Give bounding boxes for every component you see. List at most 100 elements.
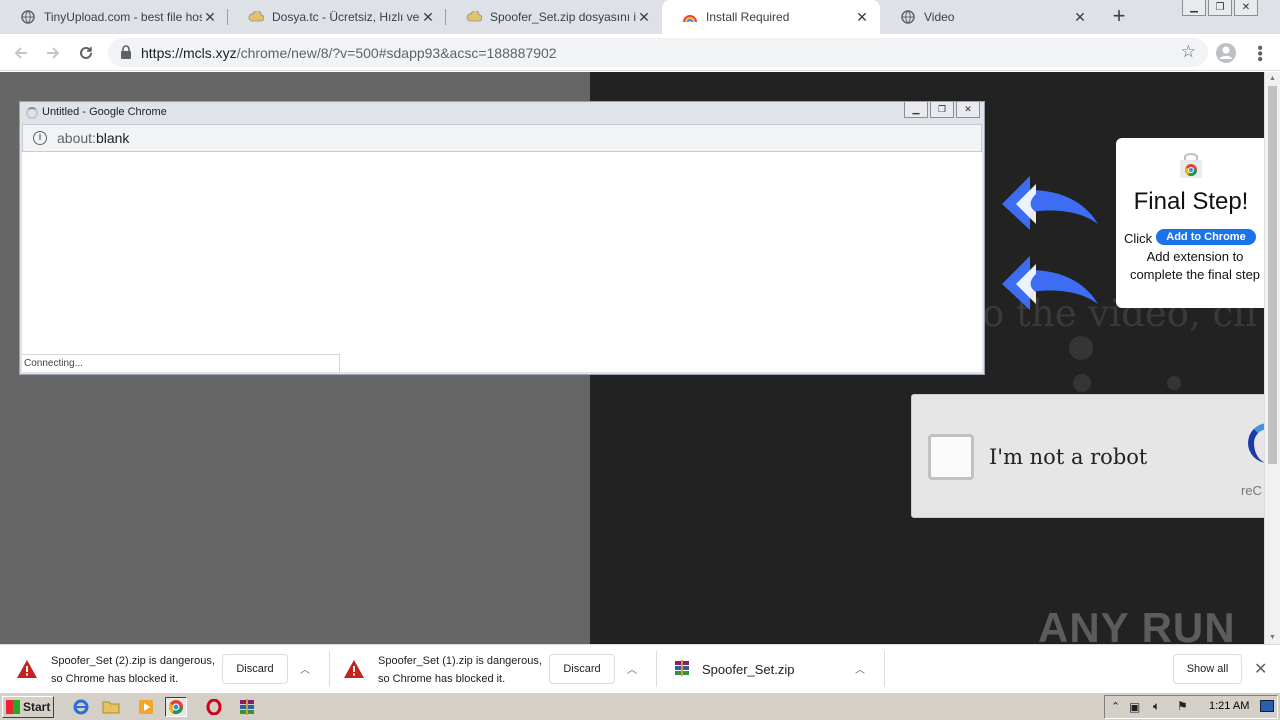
avatar-icon: [1216, 43, 1236, 63]
page-scrollbar[interactable]: ▲ ▼: [1264, 72, 1280, 644]
tab-video[interactable]: Video ✕: [880, 0, 1098, 34]
taskbar-clock: 1:21 AM: [1209, 700, 1250, 712]
download-item-blocked[interactable]: Spoofer_Set (1).zip is dangerous, so Chro…: [327, 645, 657, 693]
tab-title: TinyUpload.com - best file hosting: [44, 10, 202, 24]
maximize-button[interactable]: ❐: [1208, 0, 1232, 16]
popup-address-bar[interactable]: i about:blank: [22, 124, 982, 152]
new-tab-button[interactable]: +: [1106, 4, 1132, 30]
loading-dot: [1073, 374, 1091, 392]
url-host: https://mcls.xyz: [141, 45, 237, 61]
browser-toolbar: https://mcls.xyz/chrome/new/8/?v=500#sda…: [0, 34, 1280, 71]
cloud-icon: [248, 9, 264, 25]
popup-body: [22, 152, 982, 372]
tab-title: Dosya.tc - Ücretsiz, Hızlı ve Kolay: [272, 10, 420, 24]
popup-minimize-button[interactable]: ▁: [904, 102, 928, 118]
recaptcha-checkbox[interactable]: [928, 434, 974, 480]
chevron-up-icon[interactable]: ︿: [300, 661, 310, 676]
internet-explorer-icon[interactable]: [70, 697, 92, 717]
divider: [884, 651, 885, 687]
loading-dot: [1167, 376, 1181, 390]
chrome-web-store-icon: [1177, 152, 1205, 183]
tab-spoofer-download[interactable]: Spoofer_Set.zip dosyasını indir ✕: [446, 0, 662, 34]
tab-title: Video: [924, 10, 955, 24]
close-tab-icon[interactable]: ✕: [202, 9, 218, 25]
popup-url-rest: blank: [95, 130, 130, 146]
final-step-card: Final Step! Click Add to Chrome Add exte…: [1116, 138, 1264, 308]
url-path: /chrome/new/8/?v=500#sdapp93&acsc=188887…: [236, 45, 557, 61]
windows-flag-icon: [6, 700, 20, 714]
tab-install-required[interactable]: Install Required ✕: [662, 0, 880, 34]
address-bar[interactable]: https://mcls.xyz/chrome/new/8/?v=500#sda…: [108, 38, 1208, 67]
tab-tinyupload[interactable]: TinyUpload.com - best file hosting ✕: [0, 0, 228, 34]
loading-dot: [1069, 336, 1093, 360]
download-message-line: Spoofer_Set (1).zip is dangerous,: [378, 655, 542, 667]
popup-title: Untitled - Google Chrome: [42, 106, 167, 118]
profile-avatar[interactable]: [1214, 41, 1238, 65]
tray-expand-icon[interactable]: ⌃: [1111, 700, 1120, 713]
download-item-blocked[interactable]: Spoofer_Set (2).zip is dangerous, so Chro…: [0, 645, 330, 693]
tab-title: Spoofer_Set.zip dosyasını indir: [490, 10, 636, 24]
menu-button[interactable]: •••: [1247, 41, 1271, 65]
popup-url: about:blank: [57, 130, 129, 146]
minimize-button[interactable]: ▁: [1182, 0, 1206, 16]
download-bar: Spoofer_Set (2).zip is dangerous, so Chro…: [0, 644, 1280, 692]
forward-button[interactable]: [41, 41, 65, 65]
forward-arrow-icon: [47, 47, 60, 59]
download-message-line: Spoofer_Set (2).zip is dangerous,: [51, 655, 215, 667]
scroll-up-icon[interactable]: ▲: [1265, 72, 1280, 85]
volume-icon[interactable]: 🔈︎: [1153, 699, 1160, 714]
rainbow-icon: [682, 9, 698, 25]
scrollbar-thumb[interactable]: [1268, 86, 1277, 464]
network-icon[interactable]: ▣: [1129, 700, 1140, 714]
chevron-up-icon[interactable]: ︿: [855, 661, 865, 676]
globe-icon: [900, 9, 916, 25]
start-label: Start: [23, 700, 51, 714]
download-item-file[interactable]: Spoofer_Set.zip ︿: [657, 645, 885, 693]
url-text: https://mcls.xyz/chrome/new/8/?v=500#sda…: [141, 45, 557, 61]
flag-icon[interactable]: ⚑: [1177, 699, 1188, 713]
discard-button[interactable]: Discard: [222, 654, 288, 684]
show-desktop-icon[interactable]: [1260, 700, 1274, 712]
popup-maximize-button[interactable]: ❐: [930, 102, 954, 118]
chevron-up-icon[interactable]: ︿: [627, 661, 637, 676]
scroll-down-icon[interactable]: ▼: [1265, 631, 1280, 644]
show-all-button[interactable]: Show all: [1173, 654, 1242, 684]
close-tab-icon[interactable]: ✕: [636, 9, 652, 25]
loading-spinner-icon: [26, 107, 38, 119]
system-tray: ⌃ ▣ 🔈︎ ⚑: [1104, 695, 1278, 719]
popup-url-scheme: about:: [57, 130, 96, 146]
click-label: Click: [1124, 231, 1153, 246]
chrome-taskbar-icon[interactable]: [165, 697, 187, 717]
winrar-archive-icon: [674, 660, 690, 679]
download-message-line: so Chrome has blocked it.: [378, 673, 506, 685]
final-step-heading: Final Step!: [1133, 188, 1249, 215]
close-tab-icon[interactable]: ✕: [420, 9, 436, 25]
popup-close-button[interactable]: ✕: [956, 102, 980, 118]
explorer-folder-icon[interactable]: [100, 697, 122, 717]
close-window-button[interactable]: ✕: [1234, 0, 1258, 16]
cloud-icon: [466, 9, 482, 25]
tab-dosya[interactable]: Dosya.tc - Ücretsiz, Hızlı ve Kolay ✕: [228, 0, 446, 34]
winrar-icon[interactable]: [236, 697, 258, 717]
taskbar: Start ⌃ ▣ 🔈︎ ⚑ 1:21 AM: [0, 692, 1280, 720]
bookmark-star-icon[interactable]: ☆: [1181, 42, 1196, 62]
discard-button[interactable]: Discard: [549, 654, 615, 684]
reload-button[interactable]: [74, 41, 98, 65]
info-icon[interactable]: i: [33, 131, 47, 145]
globe-icon: [20, 9, 36, 25]
reload-icon: [80, 46, 92, 59]
close-tab-icon[interactable]: ✕: [1072, 9, 1088, 25]
download-message: Spoofer_Set (1).zip is dangerous, so Chro…: [378, 652, 542, 688]
media-player-icon[interactable]: [135, 697, 157, 717]
tab-title: Install Required: [706, 10, 790, 24]
download-message-line: so Chrome has blocked it.: [51, 673, 179, 685]
back-button[interactable]: [9, 41, 33, 65]
add-to-chrome-button[interactable]: Add to Chrome: [1156, 229, 1256, 245]
final-step-description: Add extension to complete the final step: [1129, 249, 1261, 282]
recaptcha-label: I'm not a robot: [989, 445, 1148, 469]
close-tab-icon[interactable]: ✕: [854, 9, 870, 25]
close-download-bar-icon[interactable]: ✕: [1254, 659, 1267, 679]
warning-icon: [16, 659, 38, 682]
start-button[interactable]: Start: [2, 696, 54, 718]
opera-icon[interactable]: [203, 697, 225, 717]
